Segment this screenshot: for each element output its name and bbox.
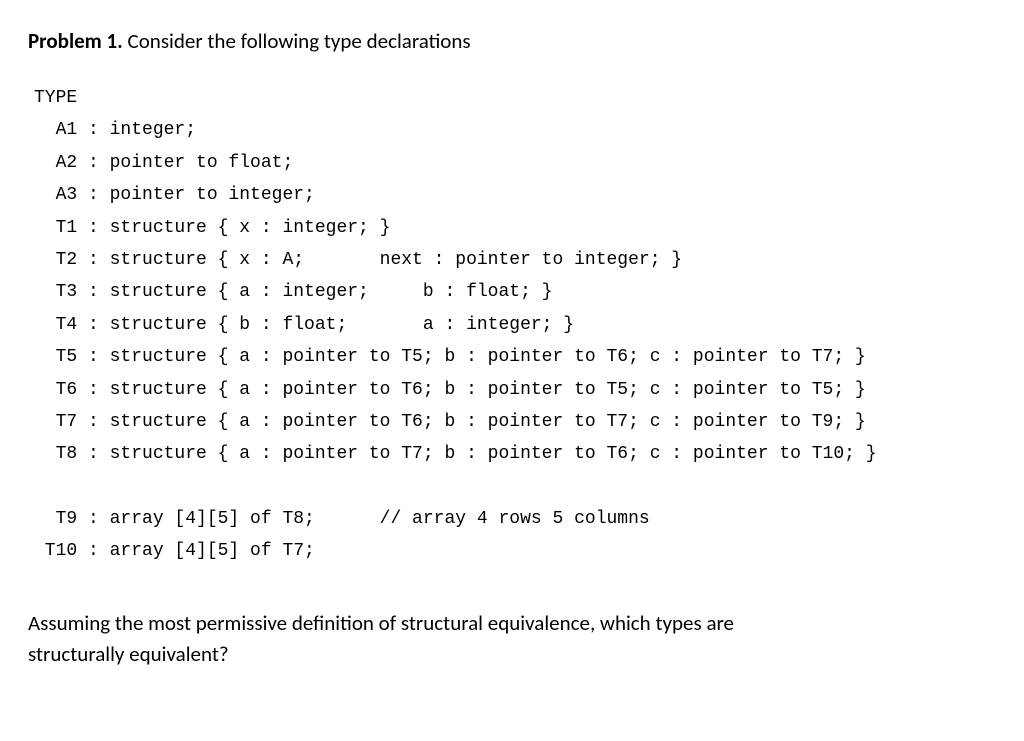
- code-line: T5 : structure { a : pointer to T5; b : …: [34, 347, 866, 367]
- code-line: T4 : structure { b : float; a : integer;…: [34, 315, 574, 335]
- type-declarations-code: TYPE A1 : integer; A2 : pointer to float…: [34, 82, 996, 568]
- code-line: T10 : array [4][5] of T7;: [34, 541, 315, 561]
- code-line: A1 : integer;: [34, 120, 196, 140]
- code-line: T6 : structure { a : pointer to T6; b : …: [34, 380, 866, 400]
- document-page: Problem 1. Consider the following type d…: [0, 0, 1024, 671]
- question-text: Assuming the most permissive definition …: [28, 608, 996, 671]
- problem-title-rest: Consider the following type declarations: [123, 28, 471, 54]
- code-line: T1 : structure { x : integer; }: [34, 218, 390, 238]
- code-line: T7 : structure { a : pointer to T6; b : …: [34, 412, 866, 432]
- problem-label: Problem 1.: [28, 28, 123, 54]
- code-line: A2 : pointer to float;: [34, 153, 293, 173]
- code-line: T3 : structure { a : integer; b : float;…: [34, 282, 552, 302]
- question-line-1: Assuming the most permissive definition …: [28, 610, 734, 636]
- problem-heading: Problem 1. Consider the following type d…: [28, 28, 996, 54]
- code-keyword: TYPE: [34, 88, 77, 108]
- code-line: A3 : pointer to integer;: [34, 185, 315, 205]
- question-line-2: structurally equivalent?: [28, 641, 229, 667]
- code-line: T8 : structure { a : pointer to T7; b : …: [34, 444, 877, 464]
- code-line: T2 : structure { x : A; next : pointer t…: [34, 250, 682, 270]
- code-line: T9 : array [4][5] of T8; // array 4 rows…: [34, 509, 650, 529]
